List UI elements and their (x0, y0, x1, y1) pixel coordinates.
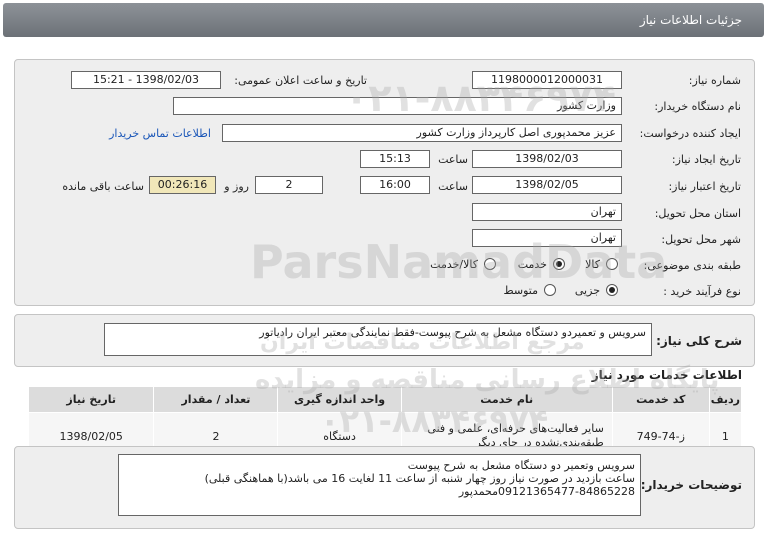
category-service-label: خدمت (517, 258, 547, 271)
need-number-label: شماره نیاز: (688, 74, 741, 87)
validity-label: تاریخ اعتبار نیاز: (668, 180, 741, 193)
city-label: شهر محل تحویل: (661, 233, 741, 246)
page: جزئیات اطلاعات نیاز شماره نیاز: 11980000… (0, 0, 770, 545)
buyer-notes-field: سرویس وتعمیر دو دستگاه مشعل به شرح پیوست… (118, 454, 641, 516)
summary-label: شرح کلی نیاز: (656, 334, 742, 348)
col-name: نام خدمت (400, 386, 613, 413)
created-date-field[interactable]: 1398/02/03 (472, 150, 622, 168)
validity-days-label: روز و (224, 180, 249, 193)
category-goods-label: کالا (585, 258, 600, 271)
buyer-org-field[interactable]: وزارت کشور (173, 97, 622, 115)
validity-time-label: ساعت (438, 180, 468, 193)
col-date: تاریخ نیاز (27, 386, 155, 413)
col-code: کد خدمت (611, 386, 710, 413)
process-partial-radio[interactable] (606, 284, 618, 296)
buyer-contact-link[interactable]: اطلاعات تماس خریدار (109, 127, 211, 140)
summary-field: سرویس و تعمیردو دستگاه مشعل به شرح پیوست… (104, 323, 652, 356)
process-medium-radio[interactable] (544, 284, 556, 296)
notes-line-1: سرویس وتعمیر دو دستگاه مشعل به شرح پیوست (407, 459, 635, 472)
notes-line-2: ساعت بازدید در صورت نیاز روز چهار شنبه ا… (204, 472, 635, 485)
col-qty: تعداد / مقدار (153, 386, 279, 413)
buyer-notes-label: توضیحات خریدار: (640, 478, 742, 492)
services-title: اطلاعات خدمات مورد نیاز (591, 368, 742, 382)
category-service-radio[interactable] (553, 258, 565, 270)
city-field[interactable]: تهران (472, 229, 622, 247)
category-label: طبقه بندی موضوعی: (643, 259, 741, 272)
remaining-time-label: ساعت باقی مانده (62, 180, 144, 193)
requester-label: ایجاد کننده درخواست: (639, 127, 741, 140)
remaining-time-field: 00:26:16 (149, 176, 216, 194)
created-time-field[interactable]: 15:13 (360, 150, 430, 168)
announce-field[interactable]: 1398/02/03 - 15:21 (71, 71, 221, 89)
window-title: جزئیات اطلاعات نیاز (639, 13, 742, 27)
col-unit: واحد اندازه گیری (277, 386, 402, 413)
process-label: نوع فرآیند خرید : (663, 285, 741, 298)
requester-field[interactable]: عزیز محمدپوری اصل کارپرداز وزارت کشور (222, 124, 622, 142)
category-goods-service-radio[interactable] (484, 258, 496, 270)
created-label: تاریخ ایجاد نیاز: (671, 153, 741, 166)
validity-date-field[interactable]: 1398/02/05 (472, 176, 622, 194)
table-header-row: ردیف کد خدمت نام خدمت واحد اندازه گیری ت… (27, 386, 743, 413)
province-label: استان محل تحویل: (654, 207, 741, 220)
validity-days-field[interactable]: 2 (255, 176, 323, 194)
category-goods-service-label: کالا/خدمت (430, 258, 478, 271)
need-number-field[interactable]: 1198000012000031 (472, 71, 622, 89)
created-time-label: ساعت (438, 153, 468, 166)
title-bar: جزئیات اطلاعات نیاز (3, 3, 764, 37)
col-index: ردیف (708, 386, 743, 413)
announce-label: تاریخ و ساعت اعلان عمومی: (234, 74, 367, 87)
process-partial-label: جزیی (574, 284, 600, 297)
notes-line-3: 09121365477-84865228محمدپور (458, 485, 635, 498)
category-goods-radio[interactable] (606, 258, 618, 270)
buyer-org-label: نام دستگاه خریدار: (654, 100, 741, 113)
process-medium-label: متوسط (503, 284, 538, 297)
validity-time-field[interactable]: 16:00 (360, 176, 430, 194)
province-field[interactable]: تهران (472, 203, 622, 221)
